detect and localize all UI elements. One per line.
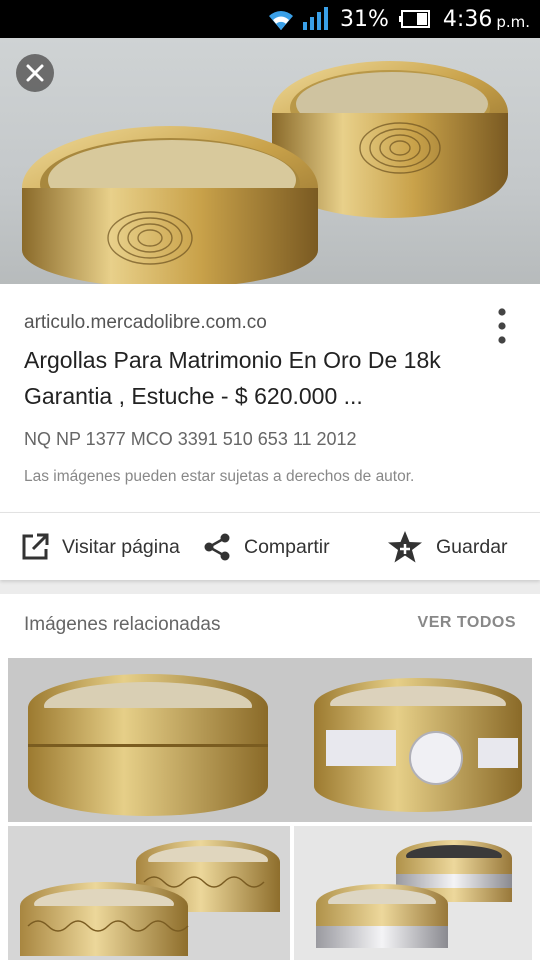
result-sku: NQ NP 1377 MCO 3391 510 653 11 2012 bbox=[24, 429, 357, 449]
visit-page-button[interactable]: Visitar página bbox=[20, 513, 180, 581]
open-external-icon bbox=[22, 533, 49, 560]
status-bar: 31% 4:36 p.m. bbox=[0, 0, 540, 38]
related-images-title: Imágenes relacionadas bbox=[24, 614, 221, 635]
close-icon bbox=[26, 64, 44, 82]
save-label: Guardar bbox=[436, 535, 508, 558]
related-images-section: Imágenes relacionadas VER TODOS bbox=[0, 594, 540, 960]
related-image-1[interactable] bbox=[8, 658, 532, 822]
engraved-rings-image bbox=[8, 826, 290, 960]
share-button[interactable]: Compartir bbox=[202, 513, 330, 581]
battery-icon bbox=[398, 10, 430, 28]
action-bar: Visitar página Compartir Guardar bbox=[0, 512, 540, 580]
signal-icon bbox=[303, 7, 329, 30]
related-image-2[interactable] bbox=[8, 826, 290, 960]
battery-percent: 31% bbox=[340, 6, 389, 32]
wifi-icon bbox=[269, 11, 294, 30]
two-tone-rings-image bbox=[294, 826, 532, 960]
source-domain[interactable]: articulo.mercadolibre.com.co bbox=[24, 312, 267, 334]
share-label: Compartir bbox=[244, 535, 330, 558]
clock-time: 4:36 bbox=[442, 6, 493, 32]
result-info-card: articulo.mercadolibre.com.co Argollas Pa… bbox=[0, 284, 540, 512]
close-button[interactable] bbox=[16, 54, 54, 92]
result-title[interactable]: Argollas Para Matrimonio En Oro De 18k G… bbox=[24, 342, 484, 414]
more-options-icon[interactable] bbox=[488, 306, 516, 346]
wedding-rings-image bbox=[22, 61, 508, 284]
hero-image[interactable] bbox=[0, 38, 540, 284]
copyright-notice: Las imágenes pueden estar sujetas a dere… bbox=[24, 468, 415, 485]
visit-page-label: Visitar página bbox=[62, 535, 180, 558]
star-add-icon bbox=[388, 531, 422, 563]
related-image-3[interactable] bbox=[294, 826, 532, 960]
see-all-button[interactable]: VER TODOS bbox=[418, 614, 516, 632]
share-icon bbox=[204, 533, 230, 561]
ring-pair-image bbox=[8, 658, 532, 822]
clock-ampm: p.m. bbox=[496, 13, 530, 31]
save-button[interactable]: Guardar bbox=[386, 513, 508, 581]
